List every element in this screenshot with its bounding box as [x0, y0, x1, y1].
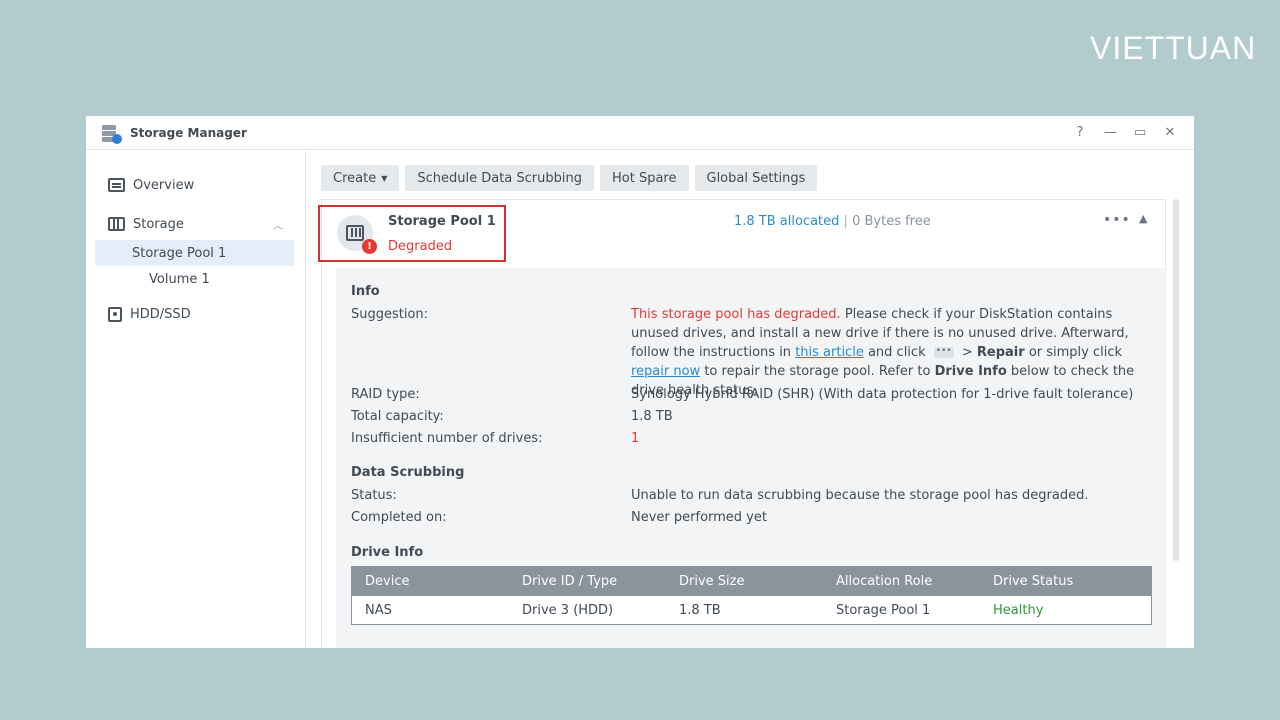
title-bar: Storage Manager ? — ▭ ✕ [86, 116, 1194, 150]
window-title: Storage Manager [130, 125, 247, 140]
hdd-icon [108, 306, 122, 322]
scrollbar[interactable] [1173, 199, 1179, 561]
column-header-allocation-role[interactable]: Allocation Role [823, 574, 980, 589]
sidebar-item-label: Volume 1 [149, 271, 210, 287]
table-cell: Drive 3 (HDD) [522, 602, 614, 618]
pool-name: Storage Pool 1 [388, 214, 496, 229]
raid-type-value: Synology Hybrid RAID (SHR) (With data pr… [631, 387, 1134, 402]
main-content: Create ▼ Schedule Data Scrubbing Hot Spa… [307, 151, 1194, 648]
sidebar-item-label: Storage [133, 216, 184, 232]
toolbar: Create ▼ Schedule Data Scrubbing Hot Spa… [307, 151, 1194, 191]
table-cell: 1.8 TB [679, 602, 721, 618]
more-options-icon: ••• [933, 347, 954, 358]
create-button-label: Create [333, 170, 377, 186]
storage-manager-app-icon [100, 122, 122, 144]
table-header: Device Drive ID / Type Drive Size Alloca… [352, 567, 1151, 596]
drive-info-title: Drive Info [351, 545, 424, 560]
info-section-title: Info [351, 284, 380, 299]
table-cell: Storage Pool 1 [836, 602, 931, 618]
column-header-drive-status[interactable]: Drive Status [980, 574, 1137, 589]
sidebar: Overview Storage ︿ Storage Pool 1 Volume… [86, 151, 306, 648]
caret-down-icon: ▼ [381, 173, 388, 183]
repair-now-link[interactable]: repair now [631, 364, 700, 379]
column-header-drive-size[interactable]: Drive Size [666, 574, 823, 589]
suggestion-part: > [957, 345, 977, 360]
help-icon[interactable]: ? [1074, 125, 1086, 140]
sidebar-item-storage-pool-1[interactable]: Storage Pool 1 [95, 240, 294, 266]
allocated-text: 1.8 TB allocated [734, 214, 840, 229]
free-text: 0 Bytes free [852, 214, 931, 229]
scrubbing-status-value: Unable to run data scrubbing because the… [631, 488, 1089, 503]
pool-details: Info Suggestion: This storage pool has d… [336, 268, 1166, 648]
drive-info-text: Drive Info [934, 364, 1007, 379]
chevron-up-icon[interactable]: ▲ [1139, 212, 1147, 225]
minimize-icon[interactable]: — [1104, 125, 1117, 140]
data-scrubbing-title: Data Scrubbing [351, 465, 465, 480]
warning-icon: ! [362, 239, 377, 254]
global-settings-button[interactable]: Global Settings [694, 165, 818, 191]
pool-header[interactable]: ! Storage Pool 1 Degraded 1.8 TB allocat… [318, 200, 1165, 266]
insufficient-drives-label: Insufficient number of drives: [351, 431, 543, 446]
sidebar-item-hdd-ssd[interactable]: HDD/SSD [86, 298, 305, 330]
close-icon[interactable]: ✕ [1164, 125, 1176, 140]
more-options-icon[interactable]: ••• [1103, 212, 1131, 228]
sidebar-item-label: Storage Pool 1 [132, 245, 227, 261]
chevron-up-icon[interactable]: ︿ [273, 217, 283, 232]
suggestion-part: to repair the storage pool. Refer to [700, 364, 935, 379]
raid-type-label: RAID type: [351, 387, 420, 402]
storage-pool-icon: ! [337, 215, 377, 254]
drive-status-healthy: Healthy [993, 602, 1044, 618]
sidebar-item-storage[interactable]: Storage ︿ [86, 208, 305, 240]
storage-pool-panel: ! Storage Pool 1 Degraded 1.8 TB allocat… [318, 199, 1166, 648]
completed-on-value: Never performed yet [631, 510, 767, 525]
allocation-separator: | [843, 214, 848, 229]
completed-on-label: Completed on: [351, 510, 447, 525]
column-header-device[interactable]: Device [352, 574, 509, 589]
storage-icon [108, 217, 125, 231]
sidebar-item-volume-1[interactable]: Volume 1 [86, 266, 305, 292]
schedule-data-scrubbing-button[interactable]: Schedule Data Scrubbing [405, 165, 594, 191]
suggestion-label: Suggestion: [351, 307, 429, 322]
create-button[interactable]: Create ▼ [321, 165, 400, 191]
suggestion-degraded: This storage pool has degraded. [631, 307, 841, 322]
sidebar-item-label: HDD/SSD [130, 306, 191, 322]
scrubbing-status-label: Status: [351, 488, 397, 503]
drive-info-table: Device Drive ID / Type Drive Size Alloca… [351, 566, 1152, 625]
repair-text: Repair [976, 345, 1025, 360]
overview-icon [108, 178, 125, 192]
total-capacity-value: 1.8 TB [631, 409, 673, 424]
maximize-icon[interactable]: ▭ [1134, 125, 1146, 140]
pool-status: Degraded [388, 239, 453, 254]
insufficient-drives-value: 1 [631, 431, 640, 446]
brand-logo: VIETTUAN [1090, 30, 1257, 66]
suggestion-part: or simply click [1024, 345, 1123, 360]
pool-allocation: 1.8 TB allocated | 0 Bytes free [734, 214, 931, 229]
suggestion-text: This storage pool has degraded. Please c… [631, 305, 1156, 400]
hot-spare-button[interactable]: Hot Spare [600, 165, 689, 191]
sidebar-item-overview[interactable]: Overview [86, 169, 305, 201]
storage-manager-window: Storage Manager ? — ▭ ✕ Overview Storage… [86, 116, 1194, 648]
sidebar-item-label: Overview [133, 177, 195, 193]
table-cell: NAS [365, 602, 392, 618]
suggestion-part: and click [863, 345, 930, 360]
total-capacity-label: Total capacity: [351, 409, 444, 424]
table-row[interactable]: NAS Drive 3 (HDD) 1.8 TB Storage Pool 1 … [352, 596, 1151, 624]
this-article-link[interactable]: this article [795, 345, 864, 360]
column-header-drive-id[interactable]: Drive ID / Type [509, 574, 666, 589]
